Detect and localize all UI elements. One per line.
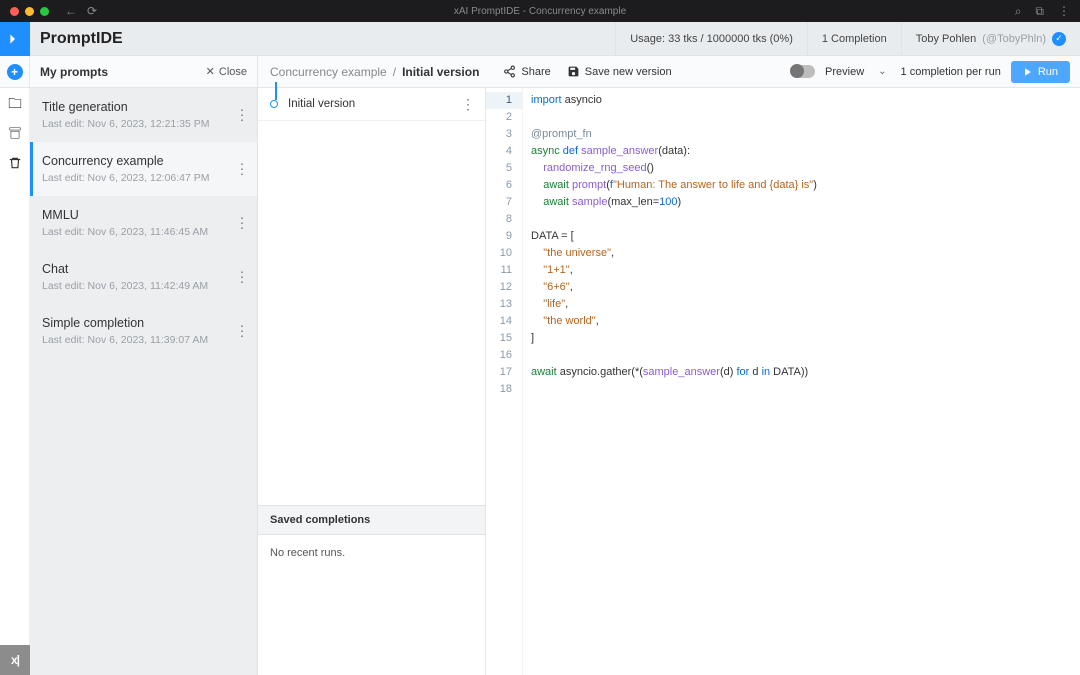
- chevron-down-icon[interactable]: ⌄: [874, 66, 890, 77]
- usage-indicator: Usage: 33 tks / 1000000 tks (0%): [615, 22, 807, 55]
- prompts-sidebar: Title generation Last edit: Nov 6, 2023,…: [30, 88, 258, 675]
- more-icon[interactable]: ⋮: [235, 269, 249, 286]
- completion-count: 1 Completion: [807, 22, 901, 55]
- run-button[interactable]: Run: [1011, 61, 1070, 83]
- icon-rail: [0, 88, 30, 675]
- preview-label: Preview: [825, 66, 864, 78]
- prompt-meta: Last edit: Nov 6, 2023, 11:46:45 AM: [42, 226, 245, 238]
- prompt-name: Concurrency example: [42, 154, 245, 168]
- reload-icon[interactable]: ⟳: [87, 4, 97, 18]
- extensions-icon[interactable]: ⧉: [1035, 4, 1044, 19]
- code-editor[interactable]: 123456789101112131415161718 import async…: [486, 88, 1080, 675]
- xai-logo[interactable]: x|: [0, 645, 30, 675]
- maximize-window-icon[interactable]: [40, 7, 49, 16]
- close-sidebar-button[interactable]: ✕ Close: [206, 65, 247, 78]
- prompt-item[interactable]: MMLU Last edit: Nov 6, 2023, 11:46:45 AM…: [30, 196, 257, 250]
- breadcrumb-current: Initial version: [402, 65, 479, 79]
- sidebar-title: My prompts: [40, 65, 108, 79]
- version-item[interactable]: Initial version ⋮: [258, 88, 485, 121]
- prompt-item[interactable]: Chat Last edit: Nov 6, 2023, 11:42:49 AM…: [30, 250, 257, 304]
- line-gutter: 123456789101112131415161718: [486, 88, 522, 675]
- more-icon[interactable]: ⋮: [235, 215, 249, 232]
- saved-completions-header: Saved completions: [258, 505, 485, 535]
- share-button[interactable]: Share: [503, 65, 550, 78]
- versions-panel: Initial version ⋮ Saved completions No r…: [258, 88, 486, 675]
- completion-mode-select[interactable]: 1 completion per run: [901, 66, 1001, 78]
- prompt-name: Simple completion: [42, 316, 245, 330]
- user-menu[interactable]: Toby Pohlen (@TobyPhln) ✓: [901, 22, 1080, 55]
- version-dot-icon: [270, 100, 278, 108]
- prompt-meta: Last edit: Nov 6, 2023, 11:39:07 AM: [42, 334, 245, 346]
- toolbar: + My prompts ✕ Close Concurrency example…: [0, 56, 1080, 88]
- prompt-meta: Last edit: Nov 6, 2023, 12:21:35 PM: [42, 118, 245, 130]
- preview-toggle[interactable]: [791, 65, 815, 78]
- prompt-meta: Last edit: Nov 6, 2023, 12:06:47 PM: [42, 172, 245, 184]
- new-prompt-button[interactable]: +: [7, 64, 23, 80]
- breadcrumb-parent[interactable]: Concurrency example: [270, 65, 387, 79]
- folder-icon[interactable]: [8, 96, 22, 110]
- prompt-item[interactable]: Simple completion Last edit: Nov 6, 2023…: [30, 304, 257, 358]
- window-title: xAI PromptIDE - Concurrency example: [454, 6, 626, 17]
- more-icon[interactable]: ⋮: [235, 161, 249, 178]
- code-content[interactable]: import asyncio @prompt_fnasync def sampl…: [522, 88, 1080, 675]
- breadcrumb-separator: /: [393, 65, 396, 79]
- user-name: Toby Pohlen: [916, 33, 977, 45]
- version-label: Initial version: [288, 98, 355, 110]
- archive-icon[interactable]: [8, 126, 22, 140]
- close-icon: ✕: [206, 65, 215, 78]
- app-logo[interactable]: [0, 22, 30, 56]
- kebab-menu-icon[interactable]: ⋮: [1058, 4, 1070, 19]
- saved-completions-body: No recent runs.: [258, 535, 485, 675]
- breadcrumb: Concurrency example / Initial version: [258, 65, 491, 79]
- prompt-item[interactable]: Title generation Last edit: Nov 6, 2023,…: [30, 88, 257, 142]
- close-window-icon[interactable]: [10, 7, 19, 16]
- prompt-item[interactable]: Concurrency example Last edit: Nov 6, 20…: [30, 142, 257, 196]
- window-controls[interactable]: [0, 7, 49, 16]
- back-icon[interactable]: ←: [65, 4, 77, 18]
- more-icon[interactable]: ⋮: [235, 107, 249, 124]
- app-header: PromptIDE Usage: 33 tks / 1000000 tks (0…: [0, 22, 1080, 56]
- verified-badge-icon: ✓: [1052, 32, 1066, 46]
- more-icon[interactable]: ⋮: [235, 323, 249, 340]
- os-titlebar: ← ⟳ xAI PromptIDE - Concurrency example …: [0, 0, 1080, 22]
- prompt-name: MMLU: [42, 208, 245, 222]
- app-title: PromptIDE: [30, 30, 123, 48]
- minimize-window-icon[interactable]: [25, 7, 34, 16]
- trash-icon[interactable]: [8, 156, 22, 170]
- prompt-name: Title generation: [42, 100, 245, 114]
- user-handle: (@TobyPhln): [982, 33, 1046, 45]
- search-icon[interactable]: ⌕: [1015, 4, 1022, 19]
- prompt-meta: Last edit: Nov 6, 2023, 11:42:49 AM: [42, 280, 245, 292]
- save-version-button[interactable]: Save new version: [567, 65, 672, 78]
- prompt-name: Chat: [42, 262, 245, 276]
- version-more-icon[interactable]: ⋮: [461, 96, 475, 113]
